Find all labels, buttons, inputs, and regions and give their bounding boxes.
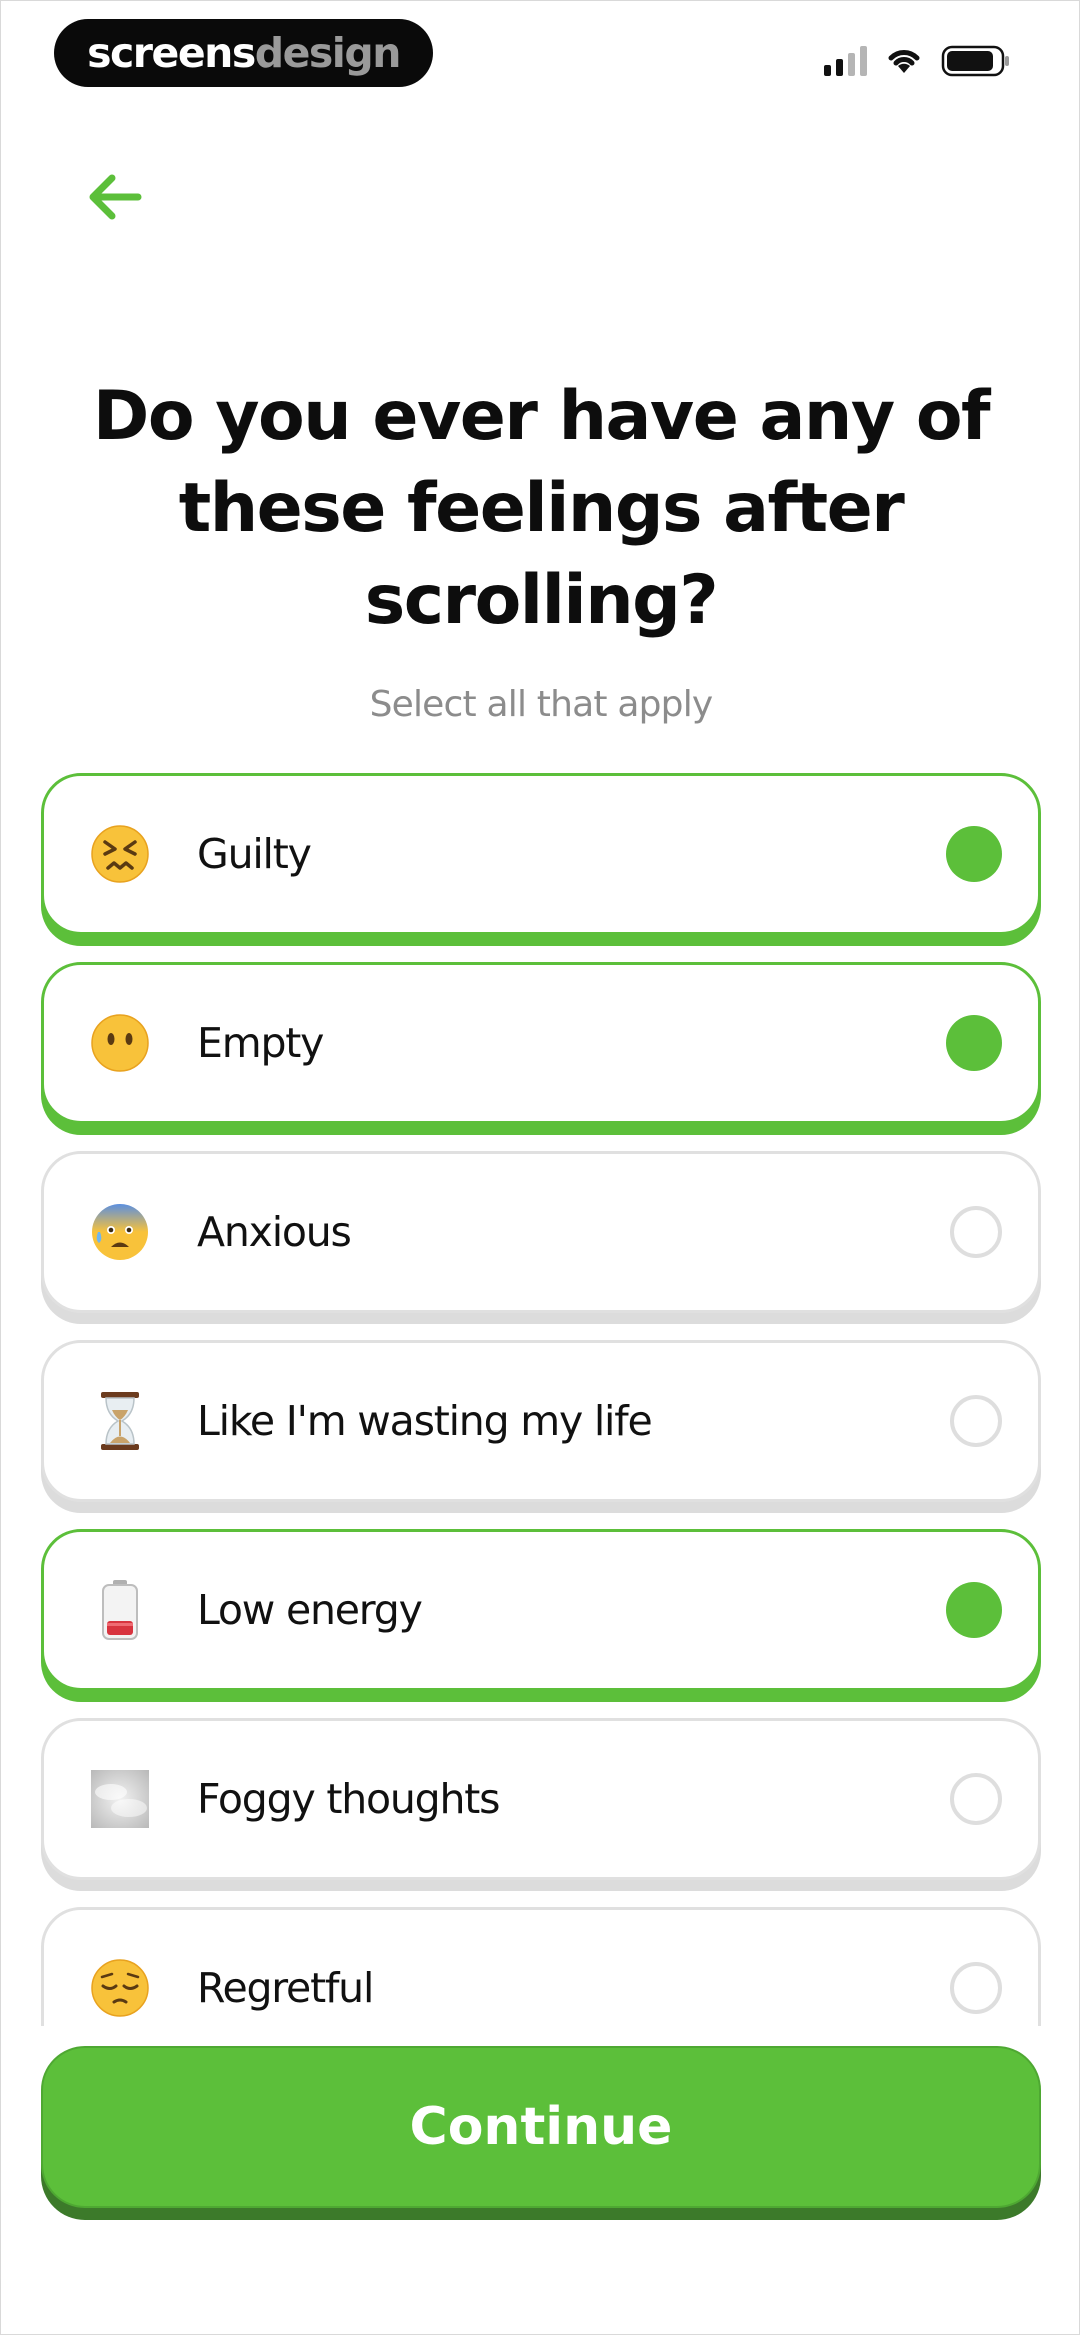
checkbox-checked[interactable] bbox=[946, 1582, 1002, 1638]
wifi-icon bbox=[888, 50, 920, 73]
option-label: Regretful bbox=[197, 1964, 374, 2012]
back-button[interactable] bbox=[79, 161, 151, 233]
brand-badge: screens design bbox=[54, 19, 433, 87]
option-wasting-life[interactable]: Like I'm wasting my life bbox=[41, 1340, 1041, 1502]
options-list: Guilty Empty Anxious Like I'm wasting my… bbox=[41, 771, 1041, 2026]
hourglass-icon bbox=[87, 1388, 153, 1454]
option-empty[interactable]: Empty bbox=[41, 962, 1041, 1124]
confounded-face-icon bbox=[87, 821, 153, 887]
question-title: Do you ever have any of these feelings a… bbox=[92, 377, 991, 640]
checkbox-checked[interactable] bbox=[946, 1015, 1002, 1071]
screen: screens design Do you ever have any of th… bbox=[0, 0, 1080, 2335]
option-low-energy[interactable]: Low energy bbox=[41, 1529, 1041, 1691]
brand-text-part1: screens bbox=[87, 29, 256, 77]
pensive-face-icon bbox=[87, 1955, 153, 2021]
option-label: Empty bbox=[197, 1019, 324, 1067]
option-label: Guilty bbox=[197, 830, 312, 878]
status-icons bbox=[824, 41, 1011, 81]
fog-icon bbox=[87, 1766, 153, 1832]
checkbox-checked[interactable] bbox=[946, 826, 1002, 882]
option-label: Foggy thoughts bbox=[197, 1775, 501, 1823]
option-label: Like I'm wasting my life bbox=[197, 1397, 653, 1445]
option-label: Low energy bbox=[197, 1586, 423, 1634]
checkbox-unchecked[interactable] bbox=[950, 1206, 1002, 1258]
option-label: Anxious bbox=[197, 1208, 352, 1256]
option-anxious[interactable]: Anxious bbox=[41, 1151, 1041, 1313]
option-guilty[interactable]: Guilty bbox=[41, 773, 1041, 935]
anxious-face-with-sweat-icon bbox=[87, 1199, 153, 1265]
checkbox-unchecked[interactable] bbox=[950, 1395, 1002, 1447]
question-subtitle: Select all that apply bbox=[369, 684, 714, 725]
option-regretful[interactable]: Regretful bbox=[41, 1907, 1041, 2026]
battery-icon bbox=[941, 45, 1009, 77]
arrow-left-icon bbox=[89, 174, 142, 220]
checkbox-unchecked[interactable] bbox=[950, 1773, 1002, 1825]
continue-button[interactable]: Continue bbox=[41, 2046, 1041, 2208]
face-without-mouth-icon bbox=[87, 1010, 153, 1076]
brand-text-part2: design bbox=[254, 29, 402, 77]
option-foggy-thoughts[interactable]: Foggy thoughts bbox=[41, 1718, 1041, 1880]
signal-icon bbox=[824, 46, 867, 76]
low-battery-icon bbox=[87, 1577, 153, 1643]
checkbox-unchecked[interactable] bbox=[950, 1962, 1002, 2014]
